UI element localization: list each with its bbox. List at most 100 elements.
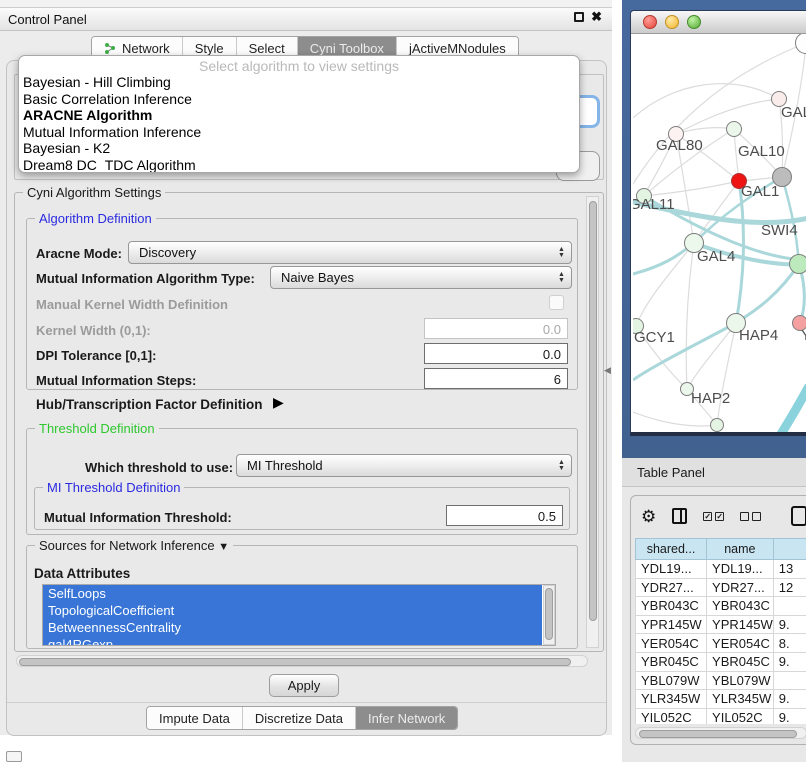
tab-infer-network[interactable]: Infer Network: [356, 707, 457, 729]
network-node[interactable]: [789, 254, 806, 274]
manual-kernel-width-label: Manual Kernel Width Definition: [36, 297, 228, 312]
mi-threshold-field[interactable]: 0.5: [446, 505, 563, 526]
tab-discretize-data[interactable]: Discretize Data: [243, 707, 356, 729]
table-row[interactable]: YIL052CYIL052C9.: [636, 708, 806, 724]
attribute-list-scrollbar[interactable]: [543, 585, 555, 645]
node-label: GAL10: [738, 143, 785, 160]
float-window-icon[interactable]: [574, 12, 584, 22]
mi-threshold-definition-title: MI Threshold Definition: [43, 480, 184, 495]
network-view-window: GAL GAL80 GAL10 GAL1 GAL11 GAL4 SWI4 GCY…: [630, 10, 806, 436]
aracne-mode-combobox[interactable]: Discovery ▲▼: [128, 241, 572, 264]
network-node[interactable]: [726, 121, 742, 137]
dropdown-item[interactable]: Dream8 DC_TDC Algorithm: [19, 157, 579, 174]
table-row[interactable]: YDL19...YDL19...13: [636, 560, 806, 579]
column-header[interactable]: name: [707, 539, 774, 560]
mi-algorithm-type-label: Mutual Information Algorithm Type:: [36, 271, 255, 286]
dpi-tolerance-label: DPI Tolerance [0,1]:: [36, 348, 156, 363]
node-label: GAL: [781, 104, 806, 121]
table-panel-title: Table Panel: [637, 465, 705, 480]
node-table[interactable]: shared... name YDL19...YDL19...13 YDR27.…: [635, 538, 806, 724]
dropdown-item[interactable]: Bayesian - K2: [19, 140, 579, 157]
minimize-traffic-light-icon[interactable]: [665, 15, 679, 29]
mi-steps-field[interactable]: 6: [424, 368, 568, 389]
which-threshold-combobox[interactable]: MI Threshold ▲▼: [236, 454, 572, 477]
node-label: GCY1: [634, 329, 675, 346]
combo-spinner-icon: ▲▼: [555, 247, 571, 259]
table-toolbar: ⚙ ✓✓: [641, 506, 806, 526]
data-attributes-list[interactable]: SelfLoops TopologicalCoefficient Between…: [42, 584, 556, 646]
column-header[interactable]: shared...: [636, 539, 707, 560]
manual-kernel-width-checkbox[interactable]: [549, 295, 564, 310]
split-pane-gap: [612, 0, 622, 762]
dpi-tolerance-field[interactable]: 0.0: [424, 343, 568, 364]
hub-definition-expander-label[interactable]: Hub/Transcription Factor Definition: [36, 397, 263, 412]
column-header[interactable]: [773, 539, 806, 560]
split-columns-icon[interactable]: [672, 508, 687, 524]
dropdown-item[interactable]: Mutual Information Inference: [19, 124, 579, 141]
select-all-checkboxes-icon[interactable]: ✓✓: [703, 512, 724, 521]
attribute-item-selected[interactable]: SelfLoops: [43, 585, 542, 602]
function-builder-icon[interactable]: [791, 506, 806, 526]
table-panel-window: ⚙ ✓✓ shared... name YDL19...YDL19...13 Y…: [630, 495, 806, 745]
threshold-definition-title: Threshold Definition: [35, 421, 159, 436]
network-node[interactable]: [710, 418, 724, 432]
dropdown-item[interactable]: Basic Correlation Inference: [19, 91, 579, 108]
dropdown-placeholder: Select algorithm to view settings: [19, 56, 579, 74]
data-attributes-label: Data Attributes: [34, 566, 130, 581]
control-panel-title: Control Panel: [8, 12, 87, 27]
app-top-strip: [0, 0, 612, 8]
table-row[interactable]: YER054CYER054C8.: [636, 634, 806, 653]
attribute-item-selected[interactable]: BetweennessCentrality: [43, 619, 542, 636]
close-traffic-light-icon[interactable]: [643, 15, 657, 29]
dropdown-item[interactable]: Bayesian - Hill Climbing: [19, 74, 579, 91]
attribute-item-selected[interactable]: TopologicalCoefficient: [43, 602, 542, 619]
expander-arrow-icon[interactable]: ▶: [273, 394, 284, 411]
control-panel-titlebar: Control Panel ✖: [0, 8, 612, 31]
node-label: Y: [801, 327, 806, 344]
collapse-arrow-icon: ▼: [218, 541, 229, 553]
combo-spinner-icon: ▲▼: [555, 460, 571, 472]
kernel-width-field[interactable]: 0.0: [424, 318, 568, 339]
node-label: SWI4: [761, 222, 798, 239]
dropdown-item-selected[interactable]: ARACNE Algorithm: [19, 107, 579, 124]
network-window-titlebar[interactable]: [631, 11, 806, 34]
table-row[interactable]: YBL079WYBL079W: [636, 671, 806, 690]
network-canvas[interactable]: GAL GAL80 GAL10 GAL1 GAL11 GAL4 SWI4 GCY…: [633, 34, 806, 433]
aracne-mode-label: Aracne Mode:: [36, 246, 122, 261]
table-row[interactable]: YPR145WYPR145W9.: [636, 615, 806, 634]
table-horizontal-scrollbar[interactable]: [635, 727, 806, 739]
mi-steps-label: Mutual Information Steps:: [36, 373, 196, 388]
table-row[interactable]: YBR043CYBR043C: [636, 597, 806, 616]
zoom-traffic-light-icon[interactable]: [687, 15, 701, 29]
cyni-bottom-tabbar: Impute Data Discretize Data Infer Networ…: [146, 706, 458, 730]
mi-algorithm-type-combobox[interactable]: Naive Bayes ▲▼: [270, 266, 572, 289]
kernel-width-label: Kernel Width (0,1):: [36, 323, 151, 338]
node-label: GAL11: [633, 196, 675, 213]
node-label: GAL80: [656, 137, 703, 154]
node-label: GAL4: [697, 248, 735, 265]
node-label: HAP4: [739, 327, 778, 344]
node-label: GAL1: [741, 183, 779, 200]
settings-vertical-scrollbar[interactable]: [586, 196, 599, 648]
close-icon[interactable]: ✖: [591, 12, 602, 22]
attribute-item-selected[interactable]: gal4RGexp: [43, 636, 542, 646]
table-row[interactable]: YBR045CYBR045C9.: [636, 652, 806, 671]
sources-group-title[interactable]: Sources for Network Inference ▼: [35, 538, 233, 553]
network-icon: [104, 42, 117, 55]
algorithm-definition-title: Algorithm Definition: [35, 211, 156, 226]
split-pane-collapse-arrow[interactable]: ◀: [604, 365, 611, 376]
table-panel-titlebar: Table Panel: [622, 458, 806, 487]
table-header-row: shared... name: [636, 539, 806, 560]
minimized-panel-chip[interactable]: [6, 751, 22, 762]
tab-impute-data[interactable]: Impute Data: [147, 707, 243, 729]
mi-threshold-label: Mutual Information Threshold:: [44, 510, 232, 525]
table-row[interactable]: YDR27...YDR27...12: [636, 578, 806, 597]
node-label: HAP2: [691, 390, 730, 407]
settings-group-title: Cyni Algorithm Settings: [23, 185, 165, 200]
which-threshold-label: Which threshold to use:: [85, 460, 233, 475]
deselect-checkboxes-icon[interactable]: [740, 512, 761, 521]
gear-icon[interactable]: ⚙: [641, 508, 656, 525]
settings-horizontal-scrollbar[interactable]: [16, 655, 588, 667]
apply-button[interactable]: Apply: [269, 674, 339, 697]
table-row[interactable]: YLR345WYLR345W9.: [636, 690, 806, 709]
